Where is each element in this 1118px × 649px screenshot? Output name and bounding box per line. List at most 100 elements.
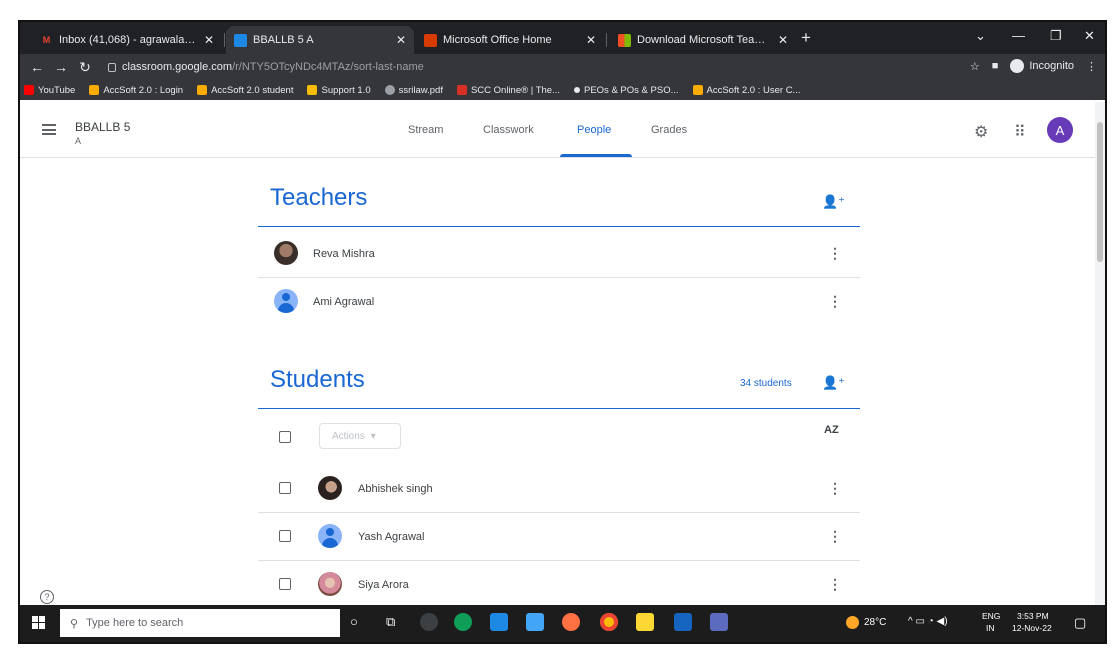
bookmark-label: Support 1.0: [321, 84, 371, 96]
bookmark-ssrilaw[interactable]: ssrilaw.pdf: [384, 85, 443, 96]
edge-icon[interactable]: [454, 613, 472, 631]
system-tray-icons[interactable]: ^ ▭ ◔ ◀): [908, 616, 948, 627]
bookmark-label: SCC Online® | The...: [470, 84, 560, 96]
bookmark-label: AccSoft 2.0 : User C...: [706, 84, 801, 96]
incognito-label: Incognito: [1029, 60, 1074, 72]
apps-grid-icon[interactable]: ⠿: [1014, 122, 1026, 142]
account-avatar[interactable]: A: [1047, 117, 1073, 143]
classroom-icon: [234, 33, 247, 47]
dot-icon: [574, 87, 580, 93]
more-options-icon[interactable]: ⋮: [828, 245, 842, 262]
invite-teacher-icon[interactable]: 👤⁺: [822, 194, 845, 210]
student-checkbox[interactable]: [279, 482, 291, 494]
more-options-icon[interactable]: ⋮: [828, 480, 842, 497]
tab-separator: [606, 33, 607, 47]
scc-icon: [456, 85, 467, 95]
bookmark-accsoft-user[interactable]: AccSoft 2.0 : User C...: [692, 84, 801, 96]
minimize-icon[interactable]: —: [1012, 28, 1025, 43]
bookmark-youtube[interactable]: YouTube: [24, 85, 75, 96]
mail-icon[interactable]: [526, 613, 544, 631]
bookmark-star-icon[interactable]: ☆: [970, 60, 980, 73]
windows-start-icon[interactable]: [32, 616, 45, 629]
accsoft-icon: [89, 85, 100, 95]
teacher-name: Ami Agrawal: [313, 296, 375, 308]
bookmark-scc-online[interactable]: SCC Online® | The...: [456, 84, 560, 96]
forward-icon[interactable]: →: [54, 59, 68, 75]
browser-tabstrip: M Inbox (41,068) - agrawalami18@... ✕ BB…: [20, 22, 1105, 54]
tab-strip-icon[interactable]: ■: [992, 60, 999, 72]
office-icon: [424, 33, 437, 47]
page-scrollbar[interactable]: [1095, 102, 1105, 605]
weather-icon[interactable]: [846, 616, 859, 629]
avatar: [274, 289, 298, 313]
bookmark-label: AccSoft 2.0 : Login: [103, 84, 184, 96]
tab-grades[interactable]: Grades: [651, 124, 687, 136]
url-path: /r/NTY5OTcyNDc4MTAz/sort-last-name: [232, 61, 424, 73]
tab-office[interactable]: Microsoft Office Home ✕: [416, 26, 604, 54]
actions-dropdown[interactable]: Actions ▾: [319, 423, 401, 449]
firefox-icon[interactable]: [562, 613, 580, 631]
close-icon[interactable]: ✕: [396, 33, 406, 47]
bookmark-accsoft-login[interactable]: AccSoft 2.0 : Login: [89, 85, 183, 96]
word-icon[interactable]: [674, 613, 692, 631]
restore-icon[interactable]: ❐: [1050, 28, 1062, 44]
reload-icon[interactable]: ↻: [78, 59, 92, 76]
sort-az-icon[interactable]: AZ: [824, 424, 839, 436]
active-tab-indicator: [560, 154, 632, 157]
language-top[interactable]: ENG: [982, 611, 1000, 622]
microsoft-icon: [618, 33, 631, 47]
tab-classwork[interactable]: Classwork: [483, 124, 534, 136]
file-explorer-icon[interactable]: [636, 613, 654, 631]
bookmark-accsoft-student[interactable]: AccSoft 2.0 student: [197, 85, 293, 96]
bookmark-peos[interactable]: PEOs & POs & PSO...: [574, 85, 679, 96]
tab-stream[interactable]: Stream: [408, 124, 443, 136]
more-options-icon[interactable]: ⋮: [828, 528, 842, 545]
store-icon[interactable]: [490, 613, 508, 631]
cortana-icon[interactable]: ○: [350, 614, 358, 629]
teachers-divider: [258, 226, 860, 227]
more-menu-icon[interactable]: ⋮: [1086, 60, 1097, 73]
weather-temp[interactable]: 28°C: [864, 617, 886, 628]
more-options-icon[interactable]: ⋮: [828, 576, 842, 593]
class-name[interactable]: BBALLB 5: [75, 120, 130, 134]
tab-search-icon[interactable]: ⌄: [975, 28, 986, 44]
language-bottom[interactable]: IN: [986, 623, 995, 634]
incognito-indicator[interactable]: Incognito: [1010, 59, 1074, 73]
tab-classroom[interactable]: BBALLB 5 A ✕: [226, 26, 414, 54]
new-tab-icon[interactable]: +: [801, 28, 811, 48]
scrollbar-thumb[interactable]: [1097, 122, 1103, 262]
close-icon[interactable]: ✕: [204, 33, 214, 47]
close-icon[interactable]: ✕: [778, 33, 788, 47]
accsoft-icon: [692, 85, 703, 95]
student-checkbox[interactable]: [279, 578, 291, 590]
app-icon[interactable]: [420, 613, 438, 631]
student-checkbox[interactable]: [279, 530, 291, 542]
caret-down-icon: ▾: [370, 430, 376, 442]
tab-people[interactable]: People: [577, 124, 611, 136]
clock-date[interactable]: 12-Nov-22: [1012, 623, 1052, 634]
help-icon[interactable]: ?: [40, 590, 54, 604]
hamburger-menu-icon[interactable]: [42, 124, 56, 135]
more-options-icon[interactable]: ⋮: [828, 293, 842, 310]
select-all-checkbox[interactable]: [279, 431, 291, 443]
taskbar-search[interactable]: ⚲ Type here to search: [60, 609, 340, 637]
teams-icon[interactable]: [710, 613, 728, 631]
teachers-heading: Teachers: [270, 184, 368, 211]
close-icon[interactable]: ✕: [586, 33, 596, 47]
address-bar[interactable]: classroom.google.com /r/NTY5OTcyNDc4MTAz…: [108, 57, 948, 77]
classroom-header: BBALLB 5 A Stream Classwork People Grade…: [20, 102, 1105, 158]
window-close-icon[interactable]: ✕: [1084, 28, 1095, 44]
tab-gmail[interactable]: M Inbox (41,068) - agrawalami18@... ✕: [32, 26, 222, 54]
clock-time[interactable]: 3:53 PM: [1017, 611, 1049, 622]
bookmark-label: YouTube: [38, 84, 76, 96]
folder-icon: [307, 85, 318, 95]
invite-student-icon[interactable]: 👤⁺: [822, 375, 845, 391]
chrome-icon[interactable]: [600, 613, 618, 631]
notifications-icon[interactable]: ▢: [1074, 615, 1086, 631]
gear-icon[interactable]: ⚙: [974, 122, 988, 142]
task-view-icon[interactable]: ⧉: [386, 614, 395, 630]
tab-teams-download[interactable]: Download Microsoft Teams Desk ✕: [610, 26, 796, 54]
tab-label: Inbox (41,068) - agrawalami18@...: [59, 34, 198, 46]
bookmark-support[interactable]: Support 1.0: [307, 84, 371, 96]
back-icon[interactable]: ←: [30, 59, 44, 75]
